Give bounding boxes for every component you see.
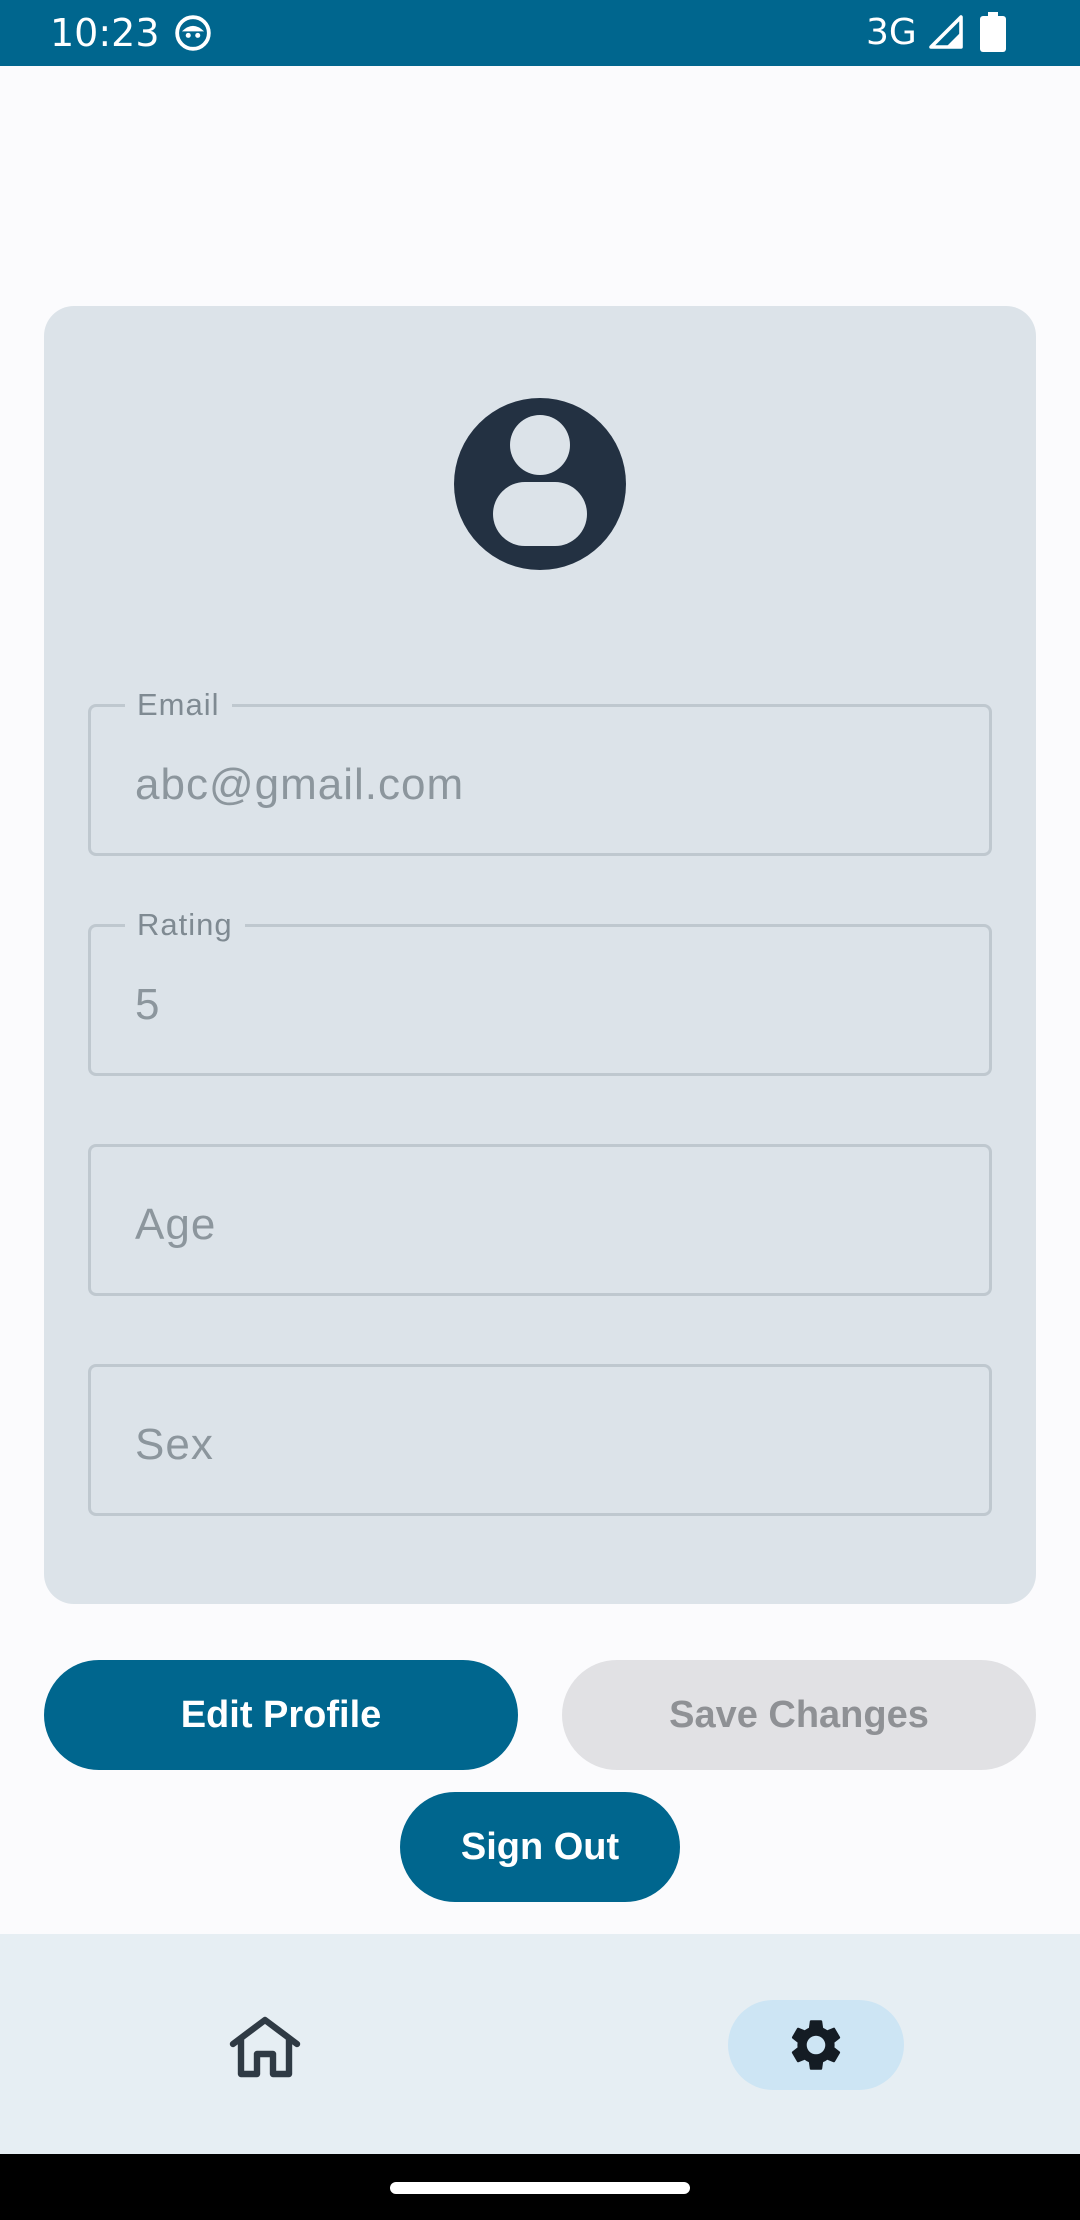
rating-label: Rating bbox=[125, 905, 245, 945]
profile-card: Email abc@gmail.com Rating 5 Age Sex bbox=[44, 306, 1036, 1604]
app-notification-icon bbox=[175, 15, 211, 51]
rating-field[interactable]: Rating 5 bbox=[88, 905, 992, 1076]
home-icon[interactable] bbox=[225, 2014, 305, 2078]
email-field[interactable]: Email abc@gmail.com bbox=[88, 685, 992, 856]
edit-profile-button[interactable]: Edit Profile bbox=[44, 1660, 518, 1770]
sex-placeholder: Sex bbox=[135, 1420, 214, 1469]
sign-out-button[interactable]: Sign Out bbox=[400, 1792, 680, 1902]
network-type: 3G bbox=[866, 12, 917, 53]
status-time: 10:23 bbox=[50, 11, 160, 55]
settings-nav-item[interactable] bbox=[728, 2000, 904, 2090]
rating-value: 5 bbox=[135, 980, 161, 1029]
settings-icon bbox=[791, 2020, 841, 2070]
system-navigation-bar bbox=[0, 2154, 1080, 2220]
save-changes-button[interactable]: Save Changes bbox=[562, 1660, 1036, 1770]
age-field[interactable]: Age bbox=[88, 1144, 992, 1296]
account-circle-icon bbox=[454, 398, 626, 570]
age-placeholder: Age bbox=[135, 1200, 217, 1249]
bottom-navigation bbox=[0, 1934, 1080, 2154]
email-value: abc@gmail.com bbox=[135, 760, 465, 809]
gesture-handle[interactable] bbox=[390, 2182, 690, 2194]
email-label: Email bbox=[125, 685, 232, 725]
sex-field[interactable]: Sex bbox=[88, 1364, 992, 1516]
profile-screen: 10:23 3G Email abc@gmail.com Rating 5 Ag… bbox=[0, 0, 1080, 2220]
signal-icon bbox=[929, 15, 963, 49]
status-bar: 10:23 3G bbox=[0, 0, 1080, 66]
battery-icon bbox=[980, 12, 1006, 52]
